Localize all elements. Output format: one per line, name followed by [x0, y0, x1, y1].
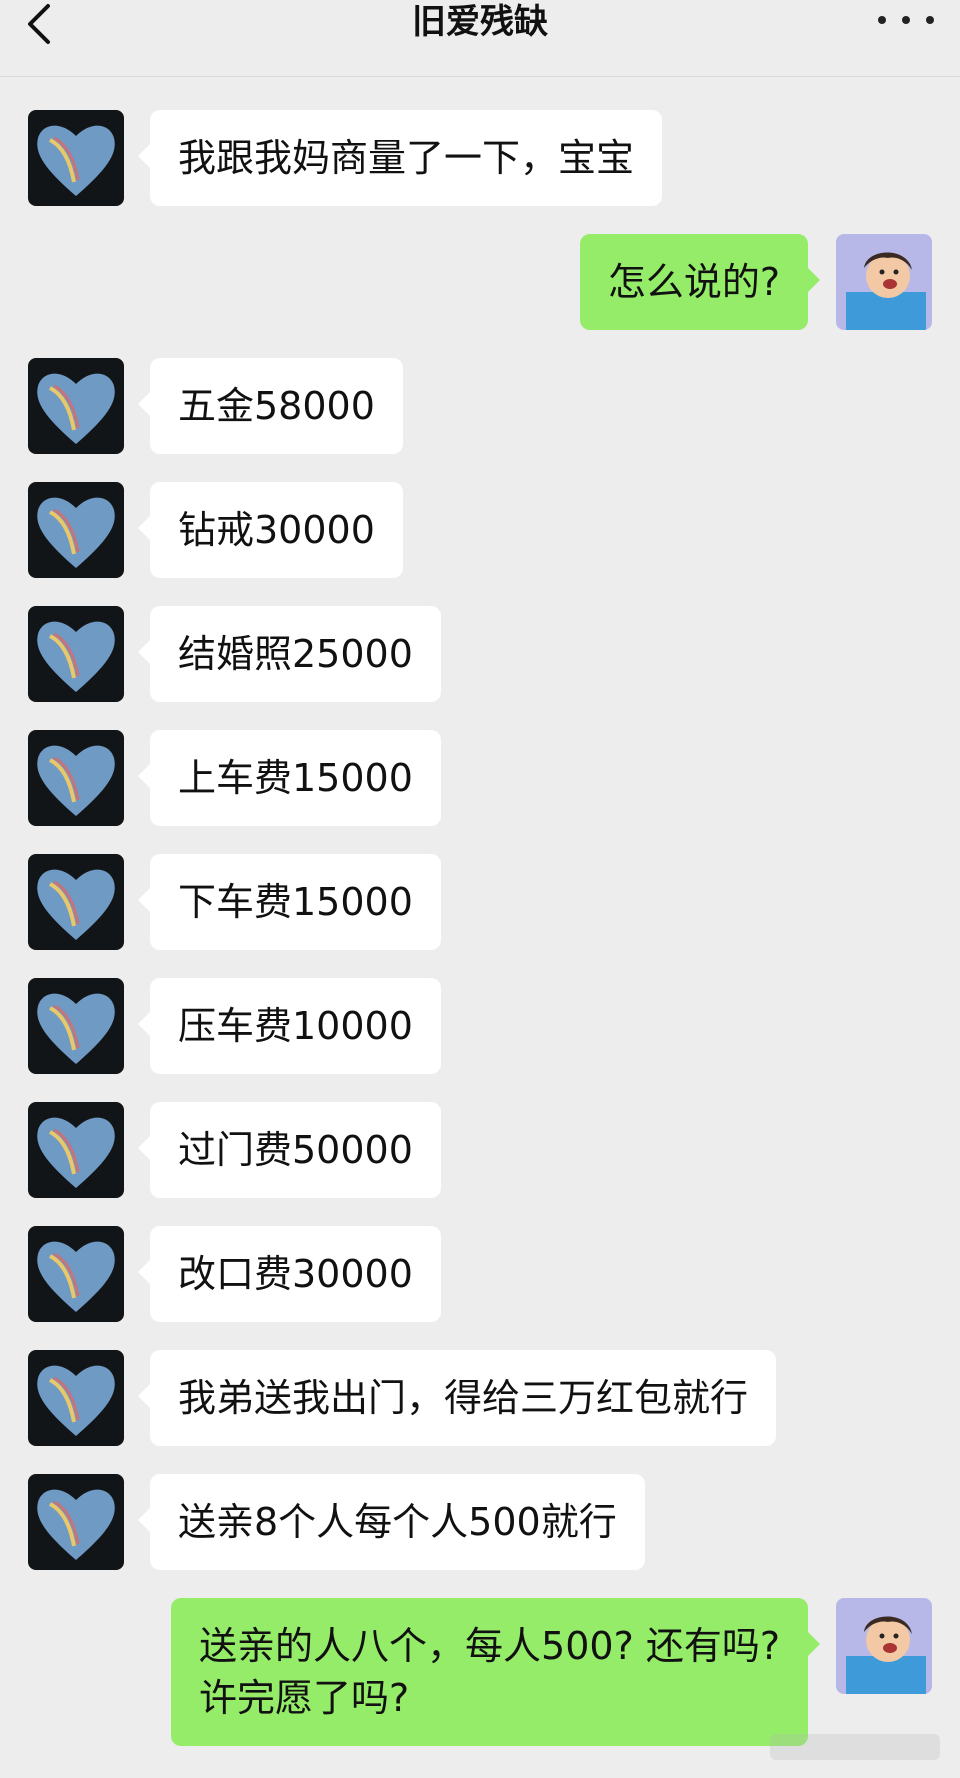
watermark: [770, 1734, 940, 1760]
message-bubble[interactable]: 结婚照25000: [138, 606, 441, 702]
heart-rainbow-avatar-image: [28, 978, 124, 1074]
contact-avatar[interactable]: [28, 1226, 124, 1322]
user-avatar[interactable]: [836, 234, 932, 330]
heart-rainbow-avatar-image: [28, 110, 124, 206]
message-bubble[interactable]: 压车费10000: [138, 978, 441, 1074]
heart-rainbow-avatar-image: [28, 1350, 124, 1446]
contact-avatar[interactable]: [28, 730, 124, 826]
message-bubble[interactable]: 上车费15000: [138, 730, 441, 826]
contact-avatar[interactable]: [28, 1102, 124, 1198]
cartoon-avatar-image: [836, 1598, 932, 1694]
more-dot: [926, 16, 934, 24]
message-bubble[interactable]: 怎么说的?: [579, 234, 821, 330]
cartoon-avatar-image: [836, 234, 932, 330]
heart-rainbow-avatar-image: [28, 606, 124, 702]
contact-avatar[interactable]: [28, 482, 124, 578]
heart-rainbow-avatar-image: [28, 1102, 124, 1198]
message-bubble[interactable]: 钻戒30000: [138, 482, 403, 578]
contact-avatar[interactable]: [28, 1350, 124, 1446]
heart-rainbow-avatar-image: [28, 730, 124, 826]
contact-avatar[interactable]: [28, 110, 124, 206]
user-avatar[interactable]: [836, 1598, 932, 1694]
message-bubble[interactable]: 改口费30000: [138, 1226, 441, 1322]
contact-avatar[interactable]: [28, 978, 124, 1074]
contact-avatar[interactable]: [28, 606, 124, 702]
heart-rainbow-avatar-image: [28, 1226, 124, 1322]
contact-avatar[interactable]: [28, 854, 124, 950]
message-bubble[interactable]: 送亲8个人每个人500就行: [138, 1474, 645, 1570]
heart-rainbow-avatar-image: [28, 482, 124, 578]
message-bubble[interactable]: 送亲的人八个，每人500? 还有吗? 许完愿了吗?: [171, 1598, 820, 1746]
more-button[interactable]: [878, 6, 934, 34]
more-dot: [902, 16, 910, 24]
message-bubble[interactable]: 我跟我妈商量了一下，宝宝: [137, 110, 663, 206]
chat-title: 旧爱残缺: [412, 2, 548, 42]
heart-rainbow-avatar-image: [28, 1474, 124, 1570]
more-dots-icon: [878, 16, 886, 24]
contact-avatar[interactable]: [28, 358, 124, 454]
message-bubble[interactable]: 五金58000: [138, 358, 403, 454]
message-bubble[interactable]: 过门费50000: [138, 1102, 441, 1198]
contact-avatar[interactable]: [28, 1474, 124, 1570]
chat-header: 旧爱残缺: [0, 0, 960, 77]
message-bubble[interactable]: 下车费15000: [138, 854, 441, 950]
message-bubble[interactable]: 我弟送我出门，得给三万红包就行: [137, 1350, 777, 1446]
heart-rainbow-avatar-image: [28, 358, 124, 454]
heart-rainbow-avatar-image: [28, 854, 124, 950]
